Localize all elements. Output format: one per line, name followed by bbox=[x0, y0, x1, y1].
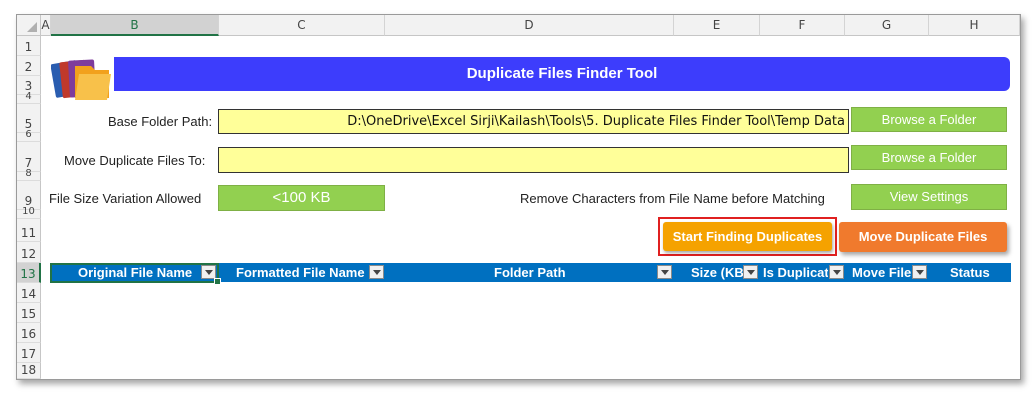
column-header-e[interactable]: E bbox=[674, 15, 760, 36]
base-folder-path-field[interactable]: D:\OneDrive\Excel Sirji\Kailash\Tools\5.… bbox=[218, 109, 849, 134]
row-header-14[interactable]: 14 bbox=[17, 283, 41, 303]
move-to-path-field[interactable] bbox=[218, 147, 849, 173]
view-settings-button[interactable]: View Settings bbox=[851, 184, 1007, 210]
row-header-6[interactable]: 6 bbox=[17, 129, 41, 142]
size-variation-label: File Size Variation Allowed bbox=[49, 191, 202, 206]
header-move-file: Move File bbox=[852, 265, 911, 280]
header-status: Status bbox=[950, 265, 990, 280]
row-header-12[interactable]: 12 bbox=[17, 242, 41, 263]
spreadsheet: A B C D E F G H 1 2 3 4 5 6 7 8 9 10 11 … bbox=[16, 14, 1021, 380]
remove-characters-label: Remove Characters from File Name before … bbox=[520, 191, 825, 206]
row-header-16[interactable]: 16 bbox=[17, 323, 41, 343]
header-folder-path: Folder Path bbox=[494, 265, 566, 280]
row-header-18[interactable]: 18 bbox=[17, 363, 41, 379]
column-header-f[interactable]: F bbox=[760, 15, 845, 36]
column-header-h[interactable]: H bbox=[929, 15, 1020, 36]
active-cell-b13[interactable] bbox=[50, 263, 221, 285]
header-formatted-file-name: Formatted File Name bbox=[236, 265, 365, 280]
row-header-4[interactable]: 4 bbox=[17, 91, 41, 104]
dropdown-filter-icon[interactable] bbox=[829, 265, 844, 279]
dropdown-filter-icon[interactable] bbox=[369, 265, 384, 279]
row-header-11[interactable]: 11 bbox=[17, 219, 41, 242]
column-header-a[interactable]: A bbox=[41, 15, 51, 36]
header-is-duplicate: Is Duplicate bbox=[763, 265, 828, 280]
column-header-b[interactable]: B bbox=[51, 15, 219, 36]
column-header-g[interactable]: G bbox=[845, 15, 929, 36]
row-header-13[interactable]: 13 bbox=[17, 263, 41, 283]
dropdown-filter-icon[interactable] bbox=[657, 265, 672, 279]
browse-move-folder-button[interactable]: Browse a Folder bbox=[851, 145, 1007, 170]
column-header-d[interactable]: D bbox=[385, 15, 674, 36]
row-header-10[interactable]: 10 bbox=[17, 206, 41, 219]
dropdown-filter-icon[interactable] bbox=[912, 265, 927, 279]
folders-icon bbox=[51, 59, 111, 100]
start-finding-duplicates-button[interactable]: Start Finding Duplicates bbox=[663, 222, 832, 251]
row-header-2[interactable]: 2 bbox=[17, 56, 41, 76]
row-header-15[interactable]: 15 bbox=[17, 303, 41, 323]
move-to-label: Move Duplicate Files To: bbox=[64, 153, 206, 168]
select-all-corner[interactable] bbox=[17, 15, 41, 36]
tool-title-banner: Duplicate Files Finder Tool bbox=[114, 57, 1010, 91]
row-header-1[interactable]: 1 bbox=[17, 36, 41, 56]
size-variation-value[interactable]: <100 KB bbox=[218, 185, 385, 211]
column-header-c[interactable]: C bbox=[219, 15, 385, 36]
base-folder-label: Base Folder Path: bbox=[108, 114, 213, 129]
dropdown-filter-icon[interactable] bbox=[743, 265, 758, 279]
move-duplicate-files-button[interactable]: Move Duplicate Files bbox=[839, 222, 1007, 252]
start-button-highlight: Start Finding Duplicates bbox=[658, 217, 837, 256]
browse-base-folder-button[interactable]: Browse a Folder bbox=[851, 107, 1007, 132]
row-header-8[interactable]: 8 bbox=[17, 168, 41, 181]
header-size-kb: Size (KB) bbox=[691, 265, 743, 280]
row-header-17[interactable]: 17 bbox=[17, 343, 41, 363]
